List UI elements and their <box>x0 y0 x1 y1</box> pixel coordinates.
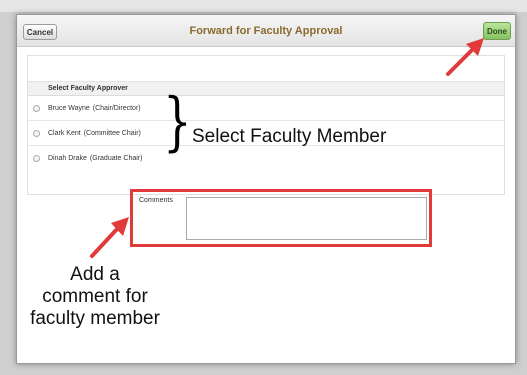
approver-role: (Graduate Chair) <box>89 155 143 162</box>
approver-table-header: Select Faculty Approver <box>28 82 504 96</box>
comments-highlight-box: Comments <box>130 189 432 247</box>
add-comment-annotation: Add a comment for faculty member <box>20 264 170 330</box>
annotation-line: faculty member <box>30 308 160 329</box>
approver-row-dinah-drake[interactable]: Dinah Drake (Graduate Chair) <box>28 146 504 171</box>
approver-name: Clark Kent <box>48 129 81 137</box>
arrow-to-done-icon <box>446 38 484 76</box>
comments-input[interactable] <box>186 197 427 240</box>
approver-role: (Chair/Director) <box>92 104 141 112</box>
approver-radio[interactable] <box>33 129 40 137</box>
panel-spacer <box>28 56 504 82</box>
approver-row-bruce-wayne[interactable]: Bruce Wayne (Chair/Director) <box>28 96 504 121</box>
page-backdrop <box>0 0 527 12</box>
approver-radio[interactable] <box>33 155 40 162</box>
arrow-to-comments-icon <box>90 217 129 258</box>
approver-name: Bruce Wayne <box>48 104 90 112</box>
brace-annotation-icon: } <box>163 85 192 159</box>
approver-role: (Committee Chair) <box>83 129 141 137</box>
select-member-annotation: Select Faculty Member <box>192 126 387 147</box>
approver-radio[interactable] <box>33 104 40 112</box>
annotation-line: comment for <box>42 286 148 307</box>
approver-name: Dinah Drake <box>48 155 87 162</box>
approver-panel: Select Faculty Approver Bruce Wayne (Cha… <box>27 55 505 195</box>
comments-label: Comments <box>139 197 173 204</box>
annotation-line: Add a <box>70 264 120 285</box>
